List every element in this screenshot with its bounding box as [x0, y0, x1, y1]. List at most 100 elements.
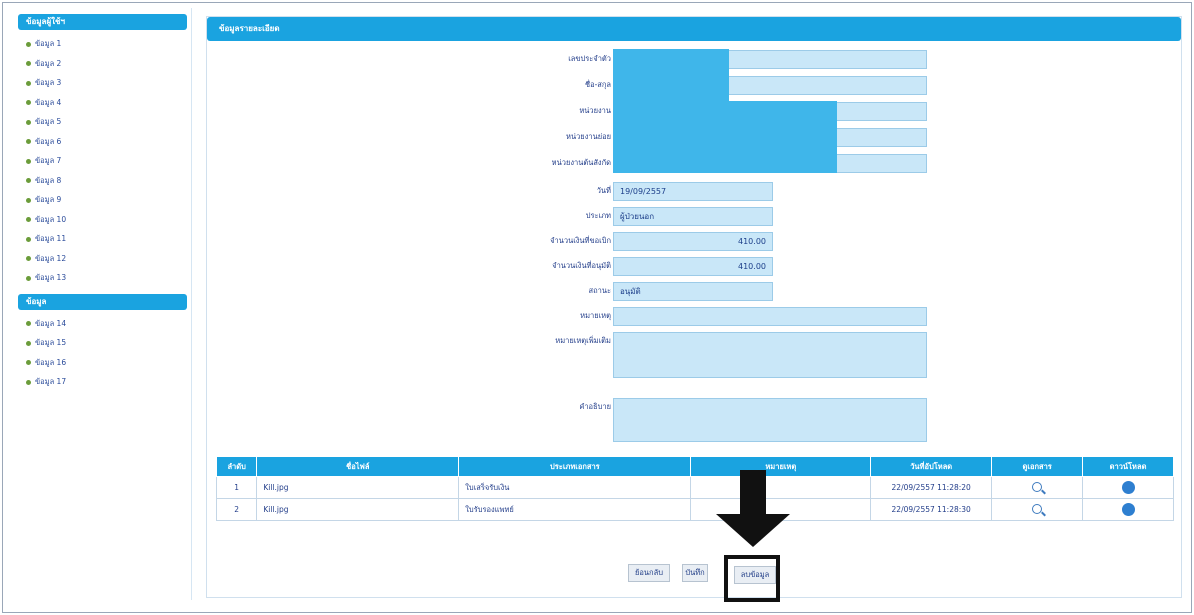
form-row: หมายเหตุ [207, 306, 1183, 326]
field-label: ประเภท [585, 211, 611, 220]
bullet-icon [26, 217, 31, 222]
field-value: 410.00 [613, 232, 773, 251]
field-label: สถานะ [588, 286, 612, 295]
field-value: อนุมัติ [613, 282, 773, 301]
save-button[interactable]: บันทึก [682, 564, 708, 582]
annotation-arrow-head [716, 514, 790, 547]
table-header: ลำดับ [215, 456, 258, 477]
file-name: Kill.jpg [256, 498, 460, 521]
bullet-icon [26, 340, 31, 346]
form-row: จำนวนเงินที่อนุมัติ 410.00 [207, 256, 1183, 276]
form-row: วันที่ 19/09/2557 [207, 181, 1183, 201]
table-row: 2 Kill.jpg ใบรับรองแพทย์ 22/09/2557 11:2… [215, 498, 1174, 521]
table-header: ดาวน์โหลด [1082, 456, 1174, 477]
page-title: ข้อมูลรายละเอียด [207, 17, 1181, 41]
doc-type: ใบเสร็จรับเงิน [458, 476, 692, 499]
zoom-icon[interactable] [1032, 481, 1043, 492]
field-label: หน่วยงานต้นสังกัด [551, 158, 611, 167]
download-cell [1082, 498, 1174, 521]
field-label: จำนวนเงินที่อนุมัติ [552, 261, 611, 270]
bullet-icon [26, 139, 31, 144]
form-row: ประเภท ผู้ป่วยนอก [207, 206, 1183, 226]
download-icon[interactable] [1121, 503, 1135, 516]
sidebar-section-header: ข้อมูล [18, 293, 187, 310]
view-cell [991, 476, 1084, 499]
form-row: จำนวนเงินที่ขอเบิก 410.00 [207, 231, 1183, 251]
bullet-icon [26, 41, 31, 47]
attachments-table: ลำดับ ชื่อไฟล์ ประเภทเอกสาร หมายเหตุ วัน… [215, 456, 1174, 521]
bullet-icon [26, 321, 31, 326]
note [690, 476, 872, 499]
sidebar: ข้อมูลผู้ใช้ฯ ข้อมูล 1 ข้อมูล 2 ข้อมูล 3… [16, 8, 192, 600]
field-label: จำนวนเงินที่ขอเบิก [550, 236, 611, 245]
sidebar-item[interactable]: ข้อมูล 12 [16, 249, 191, 269]
field-value: ผู้ป่วยนอก [613, 207, 773, 226]
upload-date: 22/09/2557 11:28:30 [870, 498, 993, 521]
field-label: หมายเหตุเพิ่มเติม [555, 336, 611, 345]
field-value [613, 398, 927, 442]
row-number: 2 [215, 498, 258, 521]
bullet-icon [26, 197, 31, 203]
table-header: ประเภทเอกสาร [458, 456, 692, 477]
bullet-icon [26, 61, 31, 66]
file-name: Kill.jpg [256, 476, 460, 499]
field-label: ชื่อ-สกุล [584, 80, 611, 89]
table-header: ดูเอกสาร [991, 456, 1084, 477]
upload-date: 22/09/2557 11:28:20 [870, 476, 993, 499]
table-header-row: ลำดับ ชื่อไฟล์ ประเภทเอกสาร หมายเหตุ วัน… [215, 456, 1174, 477]
sidebar-item[interactable]: ข้อมูล 9 [16, 190, 191, 210]
annotation-highlight-box [724, 555, 780, 602]
row-number: 1 [215, 476, 258, 499]
field-label: หน่วยงาน [579, 106, 611, 115]
bullet-icon [26, 236, 31, 242]
field-value: 410.00 [613, 257, 773, 276]
field-value [613, 332, 927, 378]
table-header: วันที่อัปโหลด [870, 456, 993, 477]
doc-type: ใบรับรองแพทย์ [458, 498, 692, 521]
bullet-icon [26, 119, 31, 125]
sidebar-item[interactable]: ข้อมูล 14 [16, 314, 191, 334]
bullet-icon [26, 275, 31, 281]
bullet-icon [26, 100, 31, 105]
field-value: 19/09/2557 [613, 182, 773, 201]
bullet-icon [26, 379, 31, 385]
field-value [613, 307, 927, 326]
bullet-icon [26, 360, 31, 365]
sidebar-item[interactable]: ข้อมูล 1 [16, 34, 191, 54]
form-row: หมายเหตุเพิ่มเติม [207, 331, 1183, 378]
sidebar-item[interactable]: ข้อมูล 13 [16, 268, 191, 288]
bullet-icon [26, 80, 31, 86]
sidebar-item[interactable]: ข้อมูล 5 [16, 112, 191, 132]
sidebar-item[interactable]: ข้อมูล 3 [16, 73, 191, 93]
redaction-block [613, 49, 729, 107]
table-header: หมายเหตุ [690, 456, 872, 477]
zoom-icon[interactable] [1032, 503, 1043, 514]
bullet-icon [26, 158, 31, 164]
bullet-icon [26, 178, 31, 183]
redaction-block [613, 101, 837, 173]
sidebar-item[interactable]: ข้อมูล 6 [16, 132, 191, 152]
sidebar-item[interactable]: ข้อมูล 10 [16, 210, 191, 230]
sidebar-item[interactable]: ข้อมูล 7 [16, 151, 191, 171]
bullet-icon [26, 256, 31, 261]
field-label: หมายเหตุ [580, 311, 611, 320]
sidebar-item[interactable]: ข้อมูล 16 [16, 353, 191, 373]
download-cell [1082, 476, 1174, 499]
back-button[interactable]: ย้อนกลับ [628, 564, 670, 582]
table-row: 1 Kill.jpg ใบเสร็จรับเงิน 22/09/2557 11:… [215, 476, 1174, 499]
view-cell [991, 498, 1084, 521]
download-icon[interactable] [1121, 481, 1135, 494]
form-row: คำอธิบาย [207, 397, 1183, 442]
annotation-arrow-shaft [740, 470, 766, 516]
sidebar-item[interactable]: ข้อมูล 2 [16, 54, 191, 74]
sidebar-item[interactable]: ข้อมูล 8 [16, 171, 191, 191]
sidebar-item[interactable]: ข้อมูล 17 [16, 372, 191, 392]
field-label: เลขประจำตัว [568, 54, 611, 63]
sidebar-section-header: ข้อมูลผู้ใช้ฯ [18, 14, 187, 30]
field-label: คำอธิบาย [579, 402, 611, 411]
field-label: หน่วยงานย่อย [566, 132, 611, 141]
sidebar-item[interactable]: ข้อมูล 15 [16, 333, 191, 353]
table-header: ชื่อไฟล์ [256, 456, 460, 477]
sidebar-item[interactable]: ข้อมูล 11 [16, 229, 191, 249]
sidebar-item[interactable]: ข้อมูล 4 [16, 93, 191, 113]
